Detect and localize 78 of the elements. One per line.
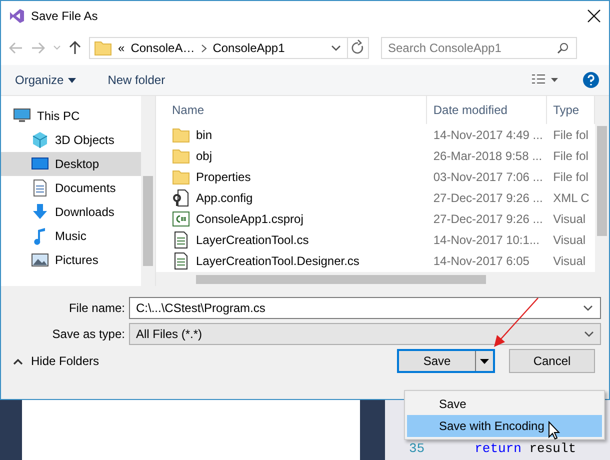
- search-field[interactable]: Search ConsoleApp1: [381, 37, 577, 59]
- address-segment[interactable]: ConsoleA…: [130, 41, 195, 55]
- folder-icon: [172, 126, 190, 144]
- file-name[interactable]: bin: [196, 128, 212, 142]
- sidebar-item[interactable]: This PC: [1, 104, 141, 128]
- chevron-right-icon: [200, 44, 207, 52]
- file-icon: [172, 252, 190, 270]
- file-type-dropdown[interactable]: All Files (*.*): [129, 323, 601, 345]
- menu-item[interactable]: Save with Encoding: [407, 415, 602, 437]
- sidebar-item[interactable]: Music: [1, 224, 141, 248]
- file-name[interactable]: ConsoleApp1.csproj: [196, 212, 304, 226]
- document-icon: [31, 179, 49, 197]
- chevron-down-icon[interactable]: [584, 330, 594, 338]
- help-icon[interactable]: [583, 72, 599, 88]
- file-type: Visual: [553, 212, 586, 226]
- file-type: File fol: [553, 170, 588, 184]
- date-modified: 26-Mar-2018 9:58 ...: [433, 148, 542, 162]
- chevron-up-icon: [13, 358, 23, 364]
- search-icon: [557, 42, 569, 54]
- picture-icon: [31, 251, 49, 269]
- date-modified: 27-Dec-2017 9:26 ...: [433, 212, 543, 226]
- file-type: XML C: [553, 190, 590, 204]
- annotation-arrow: [492, 296, 540, 348]
- toolbar-button[interactable]: New folder: [104, 71, 170, 89]
- folder-icon: [172, 146, 190, 164]
- file-icon: [172, 188, 190, 206]
- file-name[interactable]: App.config: [196, 190, 253, 204]
- address-segment[interactable]: ConsoleApp1: [212, 41, 285, 55]
- file-type: File fol: [553, 128, 588, 142]
- app-logo-icon: [9, 8, 25, 24]
- date-modified: 03-Nov-2017 7:06 ...: [433, 170, 543, 184]
- sidebar-item[interactable]: Pictures: [1, 248, 141, 272]
- menu-item[interactable]: Save: [407, 393, 602, 415]
- window-title: Save File As: [31, 9, 99, 23]
- pc-icon: [13, 107, 31, 125]
- folder-icon: [172, 168, 190, 186]
- date-modified: 27-Dec-2017 9:26 ...: [433, 190, 543, 204]
- column-header[interactable]: Name: [156, 96, 428, 124]
- scrollbar[interactable]: [141, 96, 155, 286]
- address-overflow[interactable]: «: [118, 41, 125, 55]
- file-type: Visual: [553, 232, 586, 246]
- file-name-field[interactable]: C:\...\CStest\Program.cs: [129, 297, 601, 319]
- sidebar-item[interactable]: 3D Objects: [1, 128, 141, 152]
- chevron-down-icon[interactable]: [583, 305, 593, 312]
- address-bar[interactable]: « ConsoleA… ConsoleApp1: [89, 37, 369, 59]
- download-icon: [31, 203, 49, 221]
- field-label: File name:: [68, 301, 126, 315]
- code-line: return result: [474, 441, 576, 456]
- field-label: Save as type:: [51, 327, 126, 341]
- caret-icon: [480, 358, 489, 364]
- caret-icon: [68, 78, 76, 82]
- date-modified: 14-Nov-2017 6:05: [433, 254, 530, 268]
- hide-folders-button[interactable]: Hide Folders: [13, 354, 100, 368]
- chevron-down-icon[interactable]: [331, 44, 341, 52]
- file-type: File fol: [553, 148, 588, 162]
- file-name[interactable]: LayerCreationTool.cs: [196, 232, 309, 246]
- mouse-cursor-icon: [548, 421, 560, 440]
- folder-icon: [94, 39, 112, 57]
- scrollbar[interactable]: [595, 96, 609, 272]
- close-icon[interactable]: [587, 9, 601, 23]
- up-arrow-icon[interactable]: [69, 41, 81, 55]
- sidebar-item[interactable]: Desktop: [1, 152, 141, 176]
- sidebar-item[interactable]: Downloads: [1, 200, 141, 224]
- cancel-button[interactable]: Cancel: [509, 349, 595, 373]
- line-number: 35: [408, 441, 425, 456]
- date-modified: 14-Nov-2017 10:1...: [433, 232, 540, 246]
- file-name[interactable]: LayerCreationTool.Designer.cs: [196, 254, 360, 268]
- file-icon: [172, 210, 190, 228]
- file-name[interactable]: obj: [196, 148, 212, 162]
- file-type: Visual: [553, 254, 586, 268]
- toolbar-button[interactable]: Organize: [11, 71, 80, 89]
- horizontal-scrollbar[interactable]: [156, 272, 609, 286]
- date-modified: 14-Nov-2017 4:49 ...: [433, 128, 543, 142]
- column-header[interactable]: Date modified: [427, 96, 548, 124]
- file-name[interactable]: Properties: [196, 170, 251, 184]
- file-icon: [172, 230, 190, 248]
- sidebar-item[interactable]: Documents: [1, 176, 141, 200]
- cube-icon: [31, 131, 49, 149]
